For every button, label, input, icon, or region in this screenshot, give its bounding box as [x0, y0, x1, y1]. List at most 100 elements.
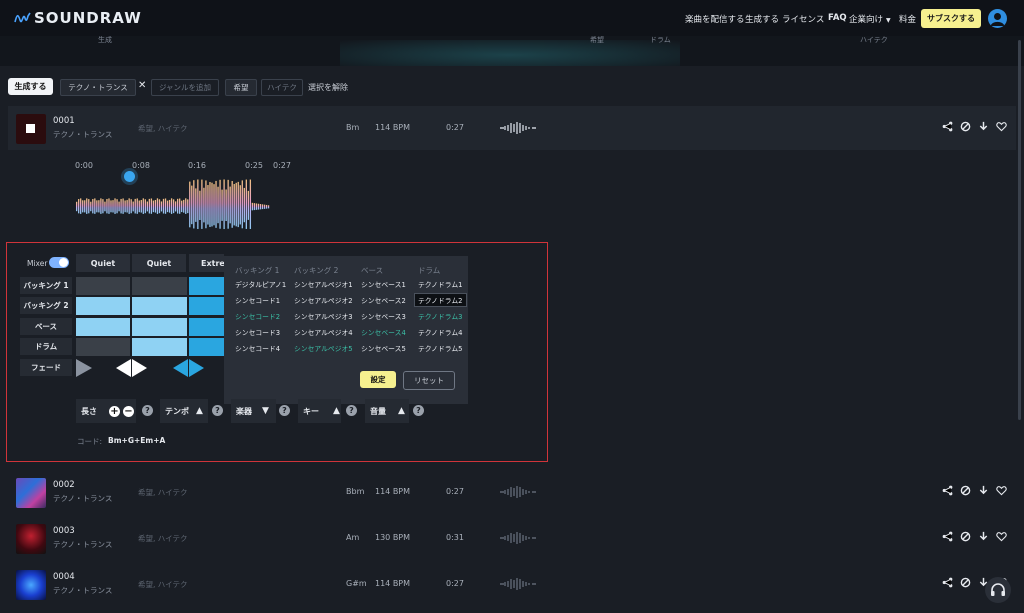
download-icon[interactable]	[978, 485, 989, 496]
instrument-option[interactable]: シンセコード1	[235, 295, 280, 305]
mini-waveform[interactable]	[498, 530, 538, 546]
instrument-option[interactable]: シンセアルペジオ3	[294, 311, 353, 321]
support-chat-button[interactable]	[985, 577, 1011, 603]
mini-waveform[interactable]	[498, 484, 538, 500]
instrument-option[interactable]: テクノドラム4	[418, 327, 463, 337]
chevron-down-icon[interactable]: ▼	[262, 406, 269, 416]
mixer-cell[interactable]	[189, 318, 224, 336]
generate-button[interactable]: 生成する	[8, 78, 53, 95]
subscribe-button[interactable]: サブスクする	[921, 9, 981, 28]
nav-distribute[interactable]: 楽曲を配信する	[685, 13, 745, 25]
share-icon[interactable]	[942, 485, 953, 496]
track-row[interactable]: 0001 テクノ・トランス 希望, ハイテク Bm 114 BPM 0:27	[8, 106, 1016, 150]
nav-generate[interactable]: 生成する	[745, 13, 779, 25]
instrument-option[interactable]: シンセコード3	[235, 327, 280, 337]
mixer-column-header: Quiet	[76, 254, 130, 272]
similar-icon[interactable]	[960, 121, 971, 132]
mixer-cell[interactable]	[132, 338, 187, 356]
mixer-toggle[interactable]	[49, 257, 69, 268]
help-icon[interactable]: ?	[279, 405, 290, 416]
instrument-option[interactable]: テクノドラム3	[418, 311, 463, 321]
track-row[interactable]: 0002 テクノ・トランス 希望, ハイテク Bbm 114 BPM 0:27	[8, 470, 1016, 514]
nav-faq[interactable]: FAQ	[828, 13, 847, 23]
instrument-option[interactable]: シンセベース2	[361, 295, 406, 305]
track-row[interactable]: 0003 テクノ・トランス 希望, ハイテク Am 130 BPM 0:31	[8, 516, 1016, 560]
instrument-option[interactable]: シンセベース1	[361, 279, 406, 289]
instrument-option[interactable]: シンセコード4	[235, 343, 280, 353]
similar-icon[interactable]	[960, 531, 971, 542]
instrument-option[interactable]: シンセベース5	[361, 343, 406, 353]
track-row[interactable]: 0004 テクノ・トランス 希望, ハイテク G#m 114 BPM 0:27	[8, 562, 1016, 606]
instrument-option-selected[interactable]: テクノドラム2	[414, 293, 467, 307]
close-icon[interactable]: ✕	[138, 80, 146, 91]
theme-tag[interactable]: ハイテク	[261, 79, 303, 96]
track-waveform[interactable]	[76, 178, 270, 236]
fade-controls[interactable]	[76, 359, 226, 377]
help-icon[interactable]: ?	[142, 405, 153, 416]
track-thumbnail[interactable]	[16, 570, 46, 600]
track-mood: 希望, ハイテク	[138, 534, 188, 543]
track-bpm: 114 BPM	[375, 579, 411, 588]
mixer-cell[interactable]	[189, 338, 224, 356]
instrument-option[interactable]: シンセアルペジオ1	[294, 279, 353, 289]
mixer-cell[interactable]	[189, 277, 224, 295]
heart-icon[interactable]	[996, 531, 1007, 542]
waveform-bar	[110, 200, 112, 213]
mixer-cell[interactable]	[132, 297, 187, 315]
similar-icon[interactable]	[960, 577, 971, 588]
apply-button[interactable]: 設定	[360, 371, 396, 388]
similar-icon[interactable]	[960, 485, 971, 496]
instrument-option[interactable]: テクノドラム1	[418, 279, 463, 289]
mixer-cell[interactable]	[132, 277, 187, 295]
chevron-up-icon[interactable]: ▲	[333, 406, 340, 416]
waveform-bar	[172, 199, 175, 214]
mixer-cell[interactable]	[132, 318, 187, 336]
waveform-bar	[162, 198, 165, 214]
instrument-option[interactable]: シンセアルペジオ5	[294, 343, 353, 353]
plus-icon[interactable]: +	[109, 405, 120, 417]
help-icon[interactable]: ?	[212, 405, 223, 416]
mixer-cell[interactable]	[189, 297, 224, 315]
instrument-option[interactable]: シンセベース4	[361, 327, 406, 337]
download-icon[interactable]	[978, 121, 989, 132]
clear-selection-link[interactable]: 選択を解除	[308, 82, 348, 93]
mini-waveform[interactable]	[498, 120, 538, 136]
waveform-bar	[102, 199, 104, 214]
user-avatar-icon[interactable]	[988, 9, 1007, 28]
download-icon[interactable]	[978, 531, 989, 542]
reset-button[interactable]: リセット	[403, 371, 455, 390]
mood-tag[interactable]: 希望	[225, 79, 257, 96]
track-thumbnail[interactable]	[16, 478, 46, 508]
mixer-cell[interactable]	[76, 277, 130, 295]
track-thumbnail[interactable]	[16, 524, 46, 554]
instrument-option[interactable]: テクノドラム5	[418, 343, 463, 353]
genre-tag[interactable]: テクノ・トランス	[60, 79, 136, 96]
track-thumbnail[interactable]	[16, 114, 46, 144]
genre-add-input[interactable]: ジャンルを追加	[151, 79, 219, 96]
instrument-option[interactable]: デジタルピアノ1	[235, 279, 286, 289]
mixer-cell[interactable]	[76, 297, 130, 315]
mixer-cell[interactable]	[76, 318, 130, 336]
instrument-option[interactable]: シンセアルペジオ4	[294, 327, 353, 337]
nav-license[interactable]: ライセンス	[782, 13, 824, 25]
help-icon[interactable]: ?	[346, 405, 357, 416]
waveform-bar	[207, 185, 209, 225]
mixer-cell[interactable]	[76, 338, 130, 356]
share-icon[interactable]	[942, 577, 953, 588]
share-icon[interactable]	[942, 531, 953, 542]
share-icon[interactable]	[942, 121, 953, 132]
chevron-up-icon[interactable]: ▲	[398, 406, 405, 416]
instrument-option[interactable]: シンセアルペジオ2	[294, 295, 353, 305]
heart-icon[interactable]	[996, 485, 1007, 496]
nav-enterprise[interactable]: 企業向け ▼	[849, 13, 891, 25]
heart-icon[interactable]	[996, 121, 1007, 132]
instrument-option[interactable]: シンセベース3	[361, 311, 406, 321]
instrument-option[interactable]: シンセコード2	[235, 311, 280, 321]
nav-pricing[interactable]: 料金	[899, 13, 916, 25]
soundraw-logo[interactable]: SOUNDRAW	[14, 9, 142, 27]
mini-waveform[interactable]	[498, 576, 538, 592]
chevron-up-icon[interactable]: ▲	[196, 406, 203, 416]
help-icon[interactable]: ?	[413, 405, 424, 416]
page-scrollbar[interactable]	[1018, 40, 1021, 420]
minus-icon[interactable]: −	[123, 405, 134, 417]
